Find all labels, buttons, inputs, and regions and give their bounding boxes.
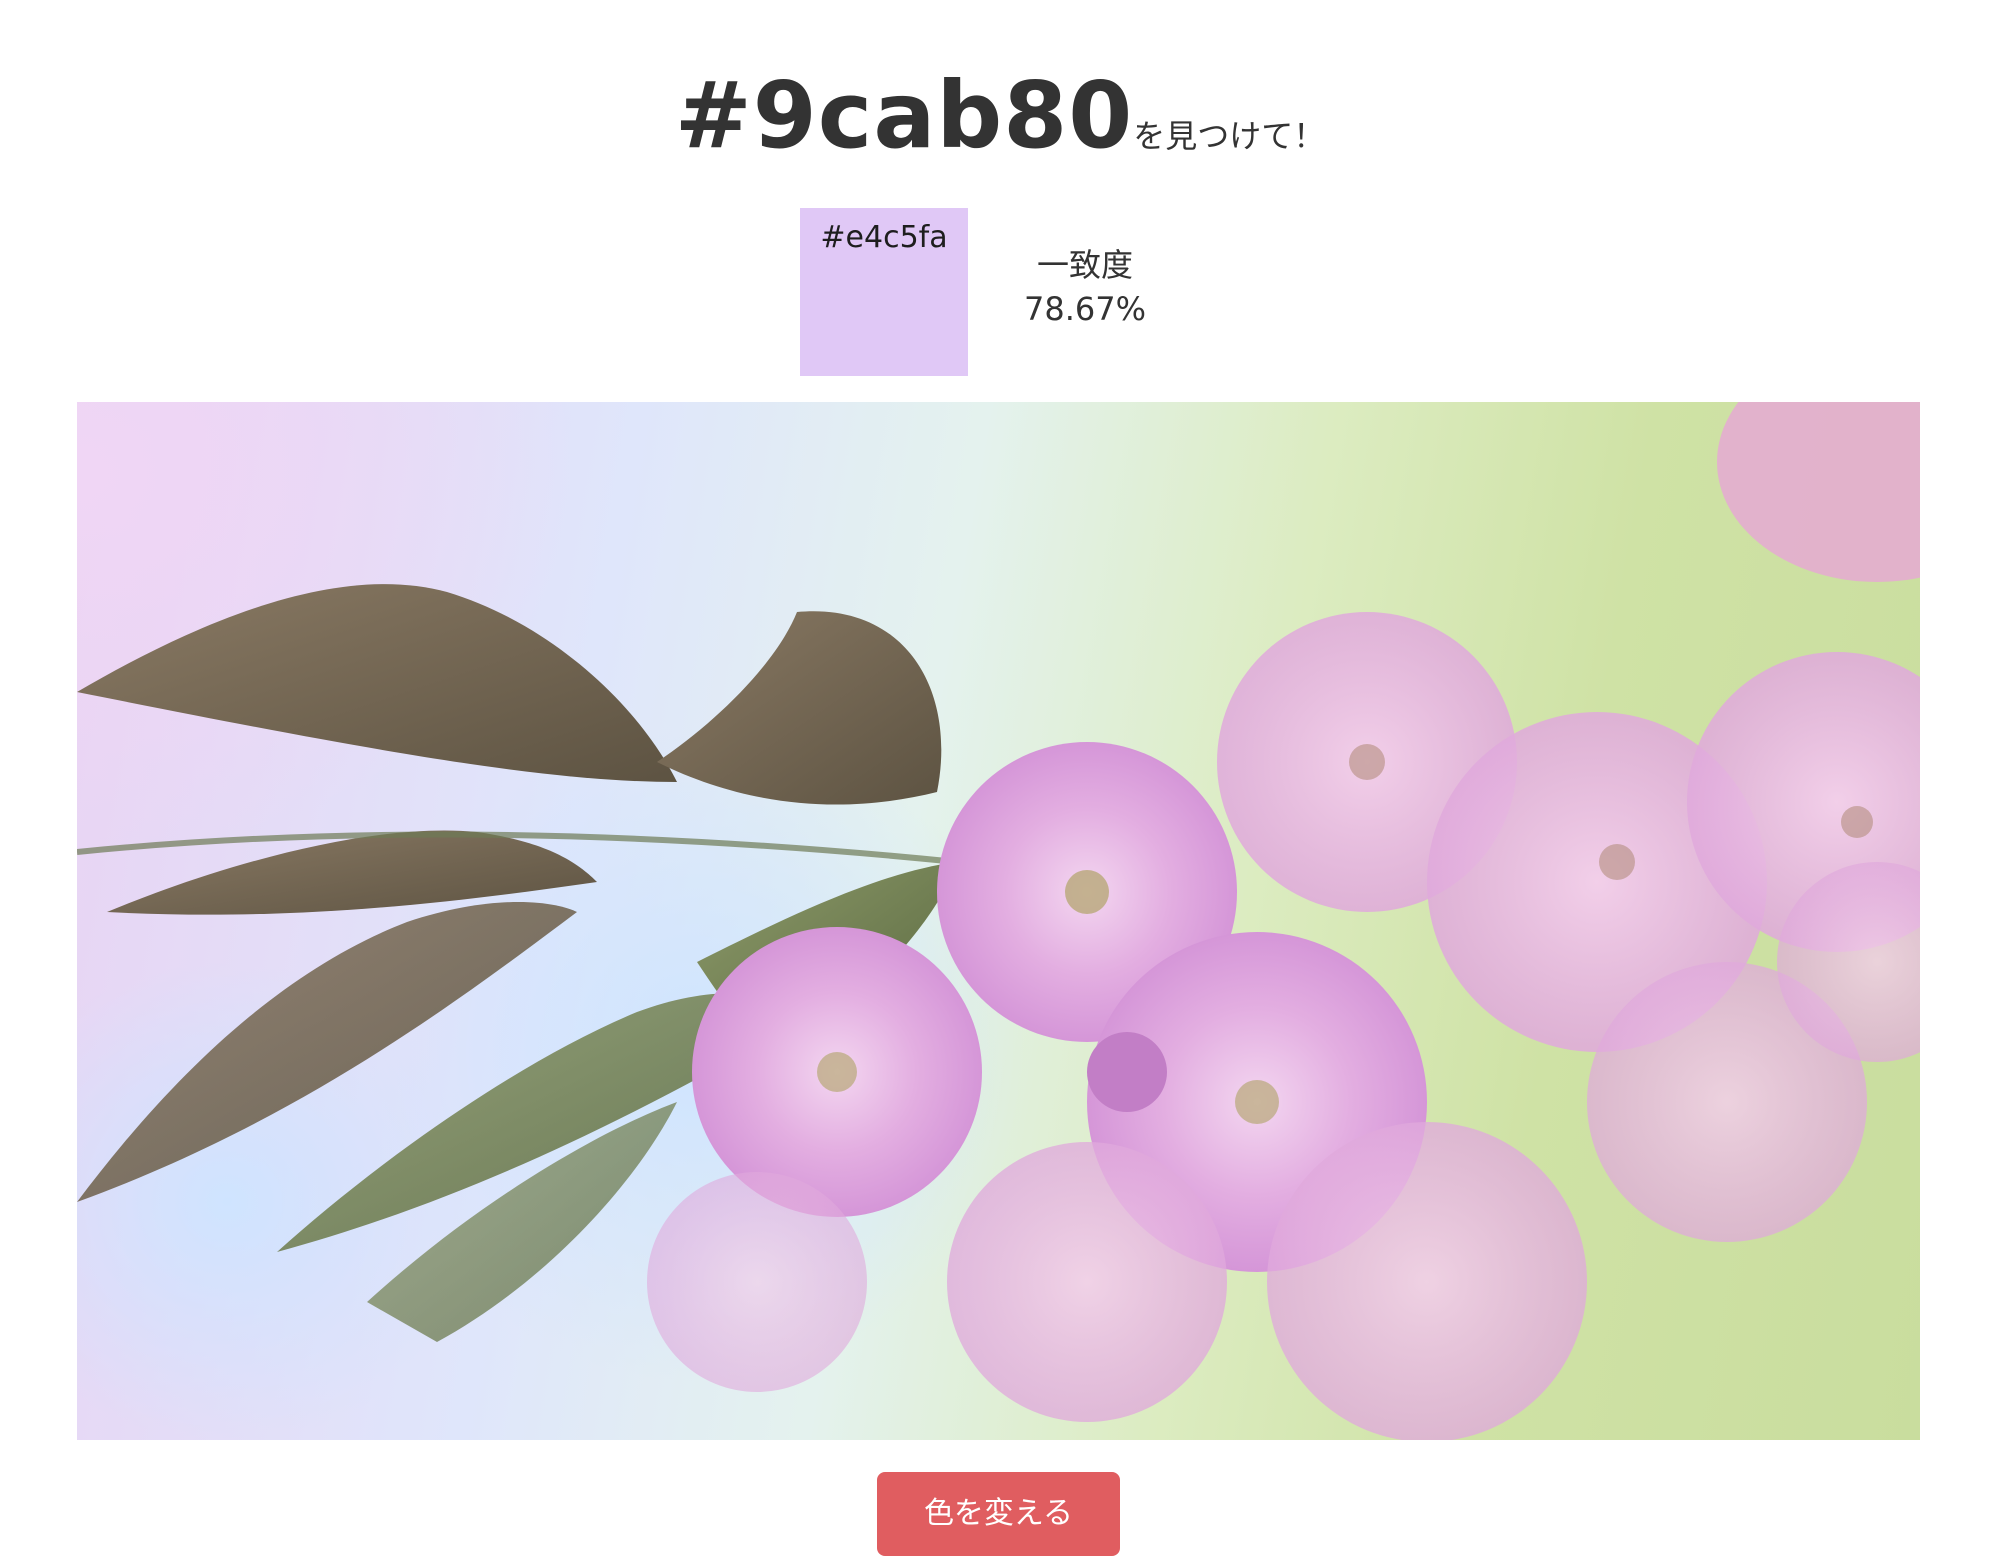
picked-color-hex: #e4c5fa bbox=[820, 220, 948, 255]
photo-canvas bbox=[77, 402, 1920, 1440]
blossom-11 bbox=[647, 1172, 867, 1392]
blossom-8 bbox=[1267, 1122, 1587, 1440]
bud bbox=[1087, 1032, 1167, 1112]
picked-color-swatch: #e4c5fa bbox=[800, 208, 968, 376]
title-suffix: を見つけて！ bbox=[1133, 117, 1326, 155]
cherry-blossom-photo[interactable] bbox=[77, 402, 1920, 1440]
match-label: 一致度 bbox=[1036, 246, 1133, 284]
blossom-7 bbox=[947, 1142, 1227, 1422]
match-value: 78.67% bbox=[1023, 290, 1146, 328]
change-color-button[interactable]: 色を変える bbox=[877, 1472, 1120, 1556]
page-title: #9cab80を見つけて！ bbox=[0, 62, 2000, 169]
target-color-hex: #9cab80 bbox=[674, 62, 1134, 169]
